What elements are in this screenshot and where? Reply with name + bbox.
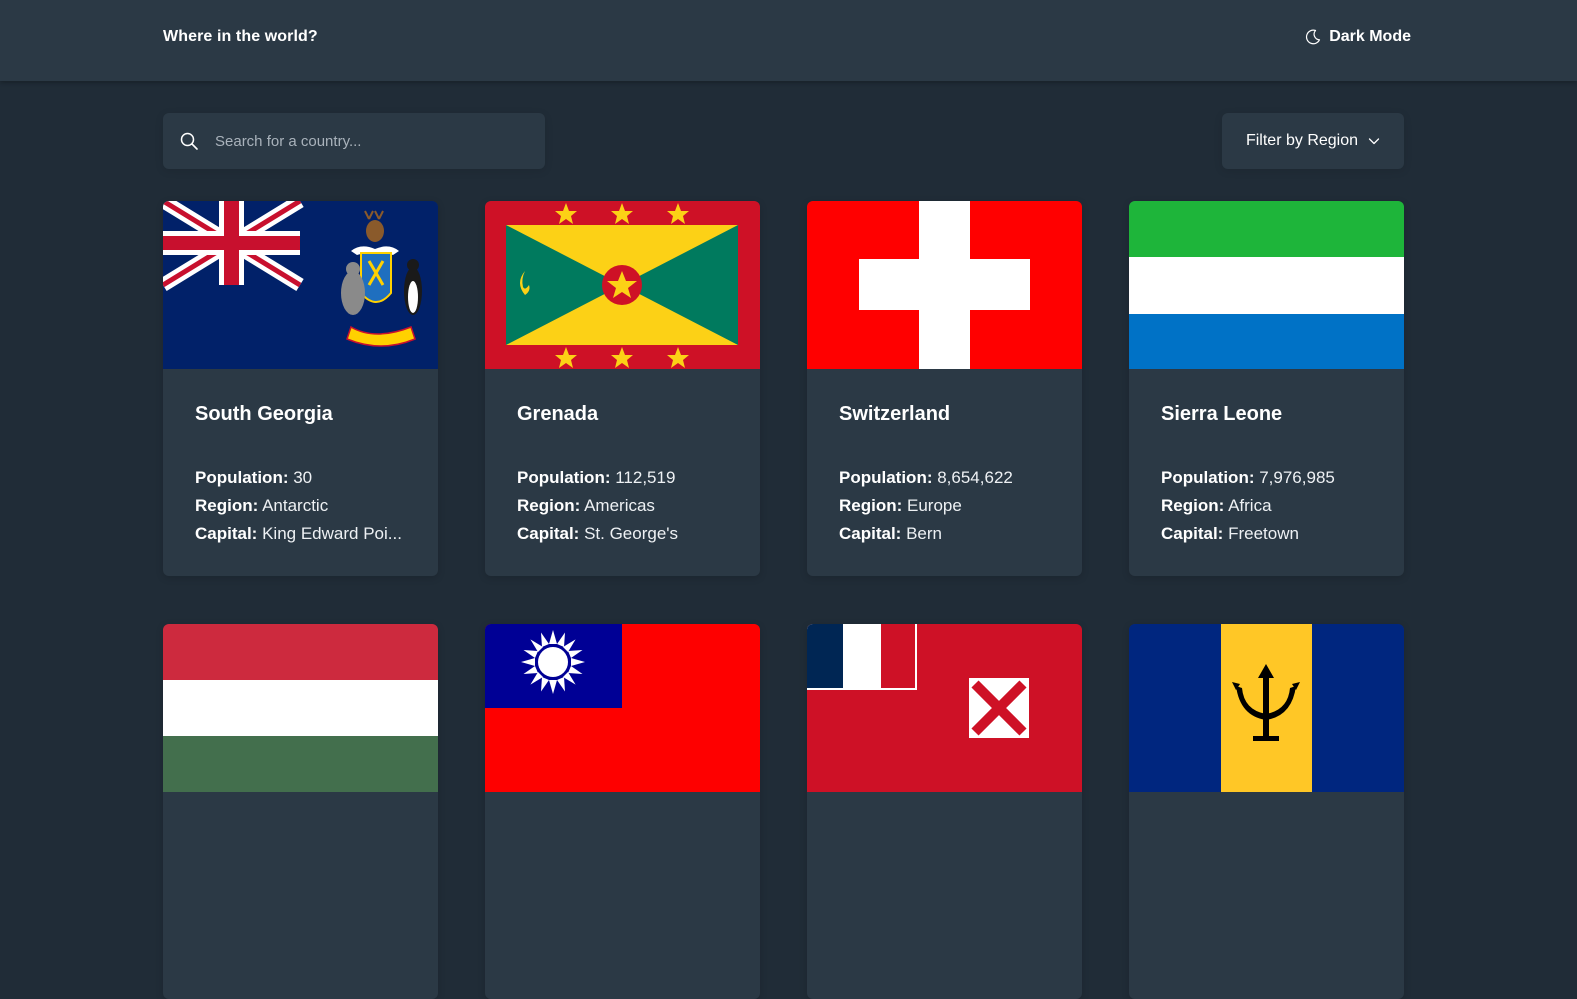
region-row: Region: Africa xyxy=(1161,496,1272,515)
app-title: Where in the world? xyxy=(163,28,318,45)
country-name: South Georgia xyxy=(195,403,333,425)
country-name: Grenada xyxy=(517,403,599,425)
population-row: Population: 7,976,985 xyxy=(1161,468,1335,487)
region-filter-dropdown[interactable]: Filter by Region xyxy=(1222,113,1404,169)
population-value: 8,654,622 xyxy=(937,468,1013,487)
capital-row: Capital: Freetown xyxy=(1161,524,1299,543)
search-bar xyxy=(163,113,545,169)
dark-mode-label: Dark Mode xyxy=(1329,28,1411,45)
taiwan-flag xyxy=(485,624,760,792)
barbados-flag xyxy=(1129,624,1404,792)
country-card[interactable]: South Georgia Population: 30 Region: Ant… xyxy=(163,201,438,576)
population-row: Population: 112,519 xyxy=(517,468,676,487)
population-row: Population: 30 xyxy=(195,468,313,487)
country-card[interactable] xyxy=(163,624,438,999)
grenada-flag xyxy=(485,201,760,369)
region-row: Region: Americas xyxy=(517,496,655,515)
population-value: 7,976,985 xyxy=(1259,468,1335,487)
region-filter-label: Filter by Region xyxy=(1245,132,1359,149)
capital-row: Capital: Bern xyxy=(839,524,942,543)
dark-mode-toggle[interactable]: Dark Mode xyxy=(1305,28,1411,46)
country-name: Sierra Leone xyxy=(1161,403,1283,425)
country-card[interactable] xyxy=(485,624,760,999)
chevron-down-icon xyxy=(1368,138,1380,145)
country-name: Switzerland xyxy=(839,403,951,425)
sierra-leone-flag xyxy=(1129,201,1404,369)
capital-value: King Edward Poi... xyxy=(262,524,402,543)
capital-value: Bern xyxy=(906,524,942,543)
country-card[interactable]: Sierra Leone Population: 7,976,985 Regio… xyxy=(1129,201,1404,576)
moon-icon xyxy=(1306,29,1321,45)
region-value: Americas xyxy=(584,496,655,515)
capital-row: Capital: St. George's xyxy=(517,524,679,543)
top-header: Where in the world? Dark Mode xyxy=(0,0,1577,81)
switzerland-flag xyxy=(807,201,1082,369)
region-value: Africa xyxy=(1228,496,1272,515)
region-value: Europe xyxy=(907,496,962,515)
capital-value: Freetown xyxy=(1228,524,1299,543)
country-card[interactable] xyxy=(1129,624,1404,999)
country-card[interactable] xyxy=(807,624,1082,999)
population-row: Population: 8,654,622 xyxy=(839,468,1013,487)
region-row: Region: Europe xyxy=(839,496,962,515)
south-georgia-flag xyxy=(163,201,438,369)
region-row: Region: Antarctic xyxy=(195,496,329,515)
search-input[interactable] xyxy=(215,121,515,161)
hungary-flag xyxy=(163,624,438,792)
search-icon xyxy=(180,132,198,150)
population-value: 112,519 xyxy=(615,468,676,487)
population-value: 30 xyxy=(293,468,313,487)
wallis-and-futuna-flag xyxy=(807,624,1082,792)
capital-row: Capital: King Edward Poi... xyxy=(195,524,402,543)
capital-value: St. George's xyxy=(584,524,679,543)
country-card[interactable]: Grenada Population: 112,519 Region: Amer… xyxy=(485,201,760,576)
country-card[interactable]: Switzerland Population: 8,654,622 Region… xyxy=(807,201,1082,576)
region-value: Antarctic xyxy=(262,496,329,515)
